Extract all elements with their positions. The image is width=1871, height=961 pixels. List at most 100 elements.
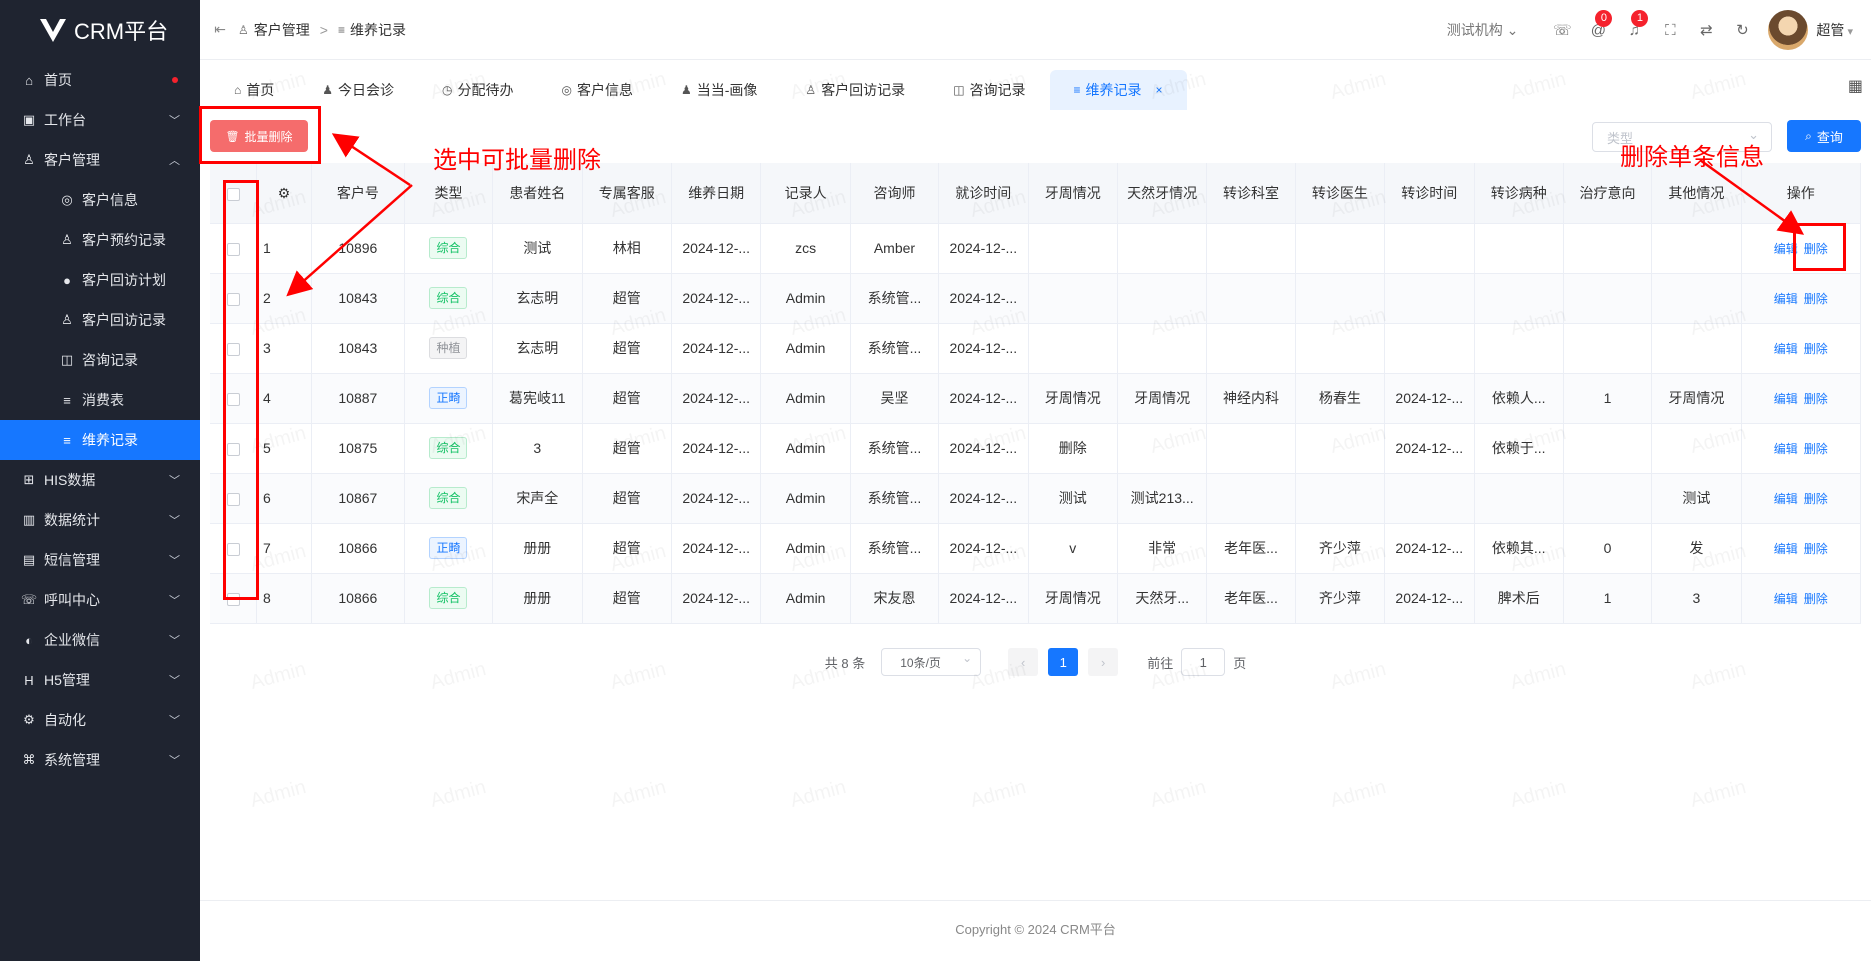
sidebar-item-9[interactable]: ≡ 维养记录 [0,420,200,460]
checkbox-cell [210,523,257,574]
row-checkbox[interactable] [226,592,240,606]
delete-link[interactable]: 删除 [1804,392,1828,406]
fullscreen-icon[interactable]: ⛶ [1652,22,1688,39]
goto-page-input[interactable]: 1 [1181,648,1226,676]
collapse-sidebar-icon[interactable]: ⇤ [202,21,238,38]
column-header: 转诊病种 [1474,163,1564,224]
row-checkbox[interactable] [226,542,240,556]
row-checkbox[interactable] [226,242,240,256]
table-cell: Admin [760,573,851,624]
query-button[interactable]: ⌕ 查询 [1787,120,1861,152]
tab-3[interactable]: ◎ 客户信息 [538,70,657,110]
sidebar-item-17[interactable]: ⌘ 系统管理 ﹀ [0,740,200,780]
select-all-checkbox[interactable] [226,187,240,201]
breadcrumb: ♙ 客户管理 > ≡ 维养记录 [238,20,406,40]
sidebar-item-8[interactable]: ≡ 消费表 [0,380,200,420]
sidebar-item-4[interactable]: ♙ 客户预约记录 [0,220,200,260]
column-settings-icon[interactable]: ⚙ [278,185,291,201]
delete-link[interactable]: 删除 [1804,492,1828,506]
delete-link[interactable]: 删除 [1804,442,1828,456]
header-actions: 测试机构 ⌄ ☏ @0 ♫ 1 ⛶ ⇄ ↻ 超管 [1447,0,1853,60]
tab-2[interactable]: ◷ 分配待办 [418,70,537,110]
batch-delete-button[interactable]: 🗑 批量删除 [210,120,308,152]
edit-link[interactable]: 编辑 [1774,442,1798,456]
table-cell [1117,223,1208,274]
tab-1[interactable]: ♟ 今日会诊 [298,70,418,110]
tab-5[interactable]: ♙ 客户回访记录 [781,70,929,110]
user-name[interactable]: 超管 [1816,20,1853,40]
checkbox-cell [210,273,257,324]
row-checkbox[interactable] [226,442,240,456]
tab-7[interactable]: ≡ 维养记录 × [1049,70,1187,110]
edit-link[interactable]: 编辑 [1774,342,1798,356]
page-number-button[interactable]: 1 [1048,648,1079,676]
delete-link[interactable]: 删除 [1804,292,1828,306]
table-cell: 超管 [582,373,672,424]
grid-menu-icon[interactable]: ▦ [1848,76,1863,96]
sidebar-item-11[interactable]: ▥ 数据统计 ﹀ [0,500,200,540]
delete-link[interactable]: 删除 [1804,542,1828,556]
pagination: 共 8 条 10条/页 ‹ 1 › 前往 1 页 [200,647,1871,677]
close-icon[interactable]: × [1156,83,1163,97]
at-icon[interactable]: @0 [1580,9,1616,39]
phone-icon[interactable]: ☏ [1544,21,1580,39]
tab-4[interactable]: ♟ 当当-画像 [657,70,781,110]
sidebar-item-16[interactable]: ⚙ 自动化 ﹀ [0,700,200,740]
table-cell: 2024-12-... [938,573,1029,624]
watermark-text: Admin [428,776,489,813]
delete-link[interactable]: 删除 [1804,242,1828,256]
org-selector[interactable]: 测试机构 ⌄ [1447,20,1519,40]
tab-label: 咨询记录 [969,82,1026,98]
edit-link[interactable]: 编辑 [1774,492,1798,506]
tab-0[interactable]: ⌂ 首页 [210,70,298,110]
delete-link[interactable]: 删除 [1804,592,1828,606]
home-icon: ⌂ [234,83,242,97]
table-cell: 系统管... [850,423,940,474]
logo[interactable]: CRM平台 [0,0,200,60]
edit-link[interactable]: 编辑 [1774,392,1798,406]
tabs-bar: ⌂ 首页 ♟ 今日会诊 ◷ 分配待办 ◎ 客户信息 ♟ 当当-画像 ♙ 客户回访记录 ◫ 咨询记录 ≡ 维养记… [200,60,1871,110]
sidebar-item-12[interactable]: ▤ 短信管理 ﹀ [0,540,200,580]
row-checkbox[interactable] [226,492,240,506]
sidebar-item-2[interactable]: ♙ 客户管理 ︿ [0,140,200,180]
prev-page-button[interactable]: ‹ [1008,648,1039,676]
translate-icon[interactable]: ⇄ [1688,21,1724,39]
sidebar-item-1[interactable]: ▣ 工作台 ﹀ [0,100,200,140]
edit-link[interactable]: 编辑 [1774,542,1798,556]
avatar[interactable] [1768,10,1809,50]
breadcrumb-item-customer[interactable]: 客户管理 [254,20,310,40]
refresh-icon[interactable]: ↻ [1724,21,1760,39]
table-cell: 2024-12-... [671,423,762,474]
edit-link[interactable]: 编辑 [1774,292,1798,306]
sidebar-item-14[interactable]: ◐ 企业微信 ﹀ [0,620,200,660]
wechat-icon: ◐ [25,632,33,648]
tab-6[interactable]: ◫ 咨询记录 [929,70,1049,110]
edit-link[interactable]: 编辑 [1774,592,1798,606]
sidebar-item-6[interactable]: ♙ 客户回访记录 [0,300,200,340]
page-size-select[interactable]: 10条/页 [881,648,982,676]
sidebar-item-3[interactable]: ◎ 客户信息 [0,180,200,220]
sidebar-item-10[interactable]: ⊞ HIS数据 ﹀ [0,460,200,500]
bell-icon[interactable]: ♫ 1 [1616,9,1652,39]
delete-link[interactable]: 删除 [1804,342,1828,356]
sidebar-item-0[interactable]: ⌂ 首页 [0,60,200,100]
sidebar-item-15[interactable]: H H5管理 ﹀ [0,660,200,700]
table-cell: Amber [850,223,940,274]
actions-cell: 编辑 删除 [1741,423,1862,474]
table-cell: 10867 [311,473,405,524]
row-checkbox[interactable] [226,292,240,306]
edit-link[interactable]: 编辑 [1774,242,1798,256]
sidebar-item-13[interactable]: ☏ 呼叫中心 ﹀ [0,580,200,620]
notification-dot [172,77,178,83]
row-checkbox[interactable] [226,342,240,356]
table-cell: 2024-12-... [1384,573,1475,624]
table-cell: 测试 [1028,473,1118,524]
sidebar-item-5[interactable]: ● 客户回访计划 [0,260,200,300]
column-header[interactable] [210,163,257,224]
watermark-text: Admin [608,776,669,813]
chevron-down-icon: ﹀ [169,755,180,767]
sidebar-item-label: 企业微信 [44,632,100,648]
sidebar-item-7[interactable]: ◫ 咨询记录 [0,340,200,380]
row-checkbox[interactable] [226,392,240,406]
next-page-button[interactable]: › [1088,648,1119,676]
